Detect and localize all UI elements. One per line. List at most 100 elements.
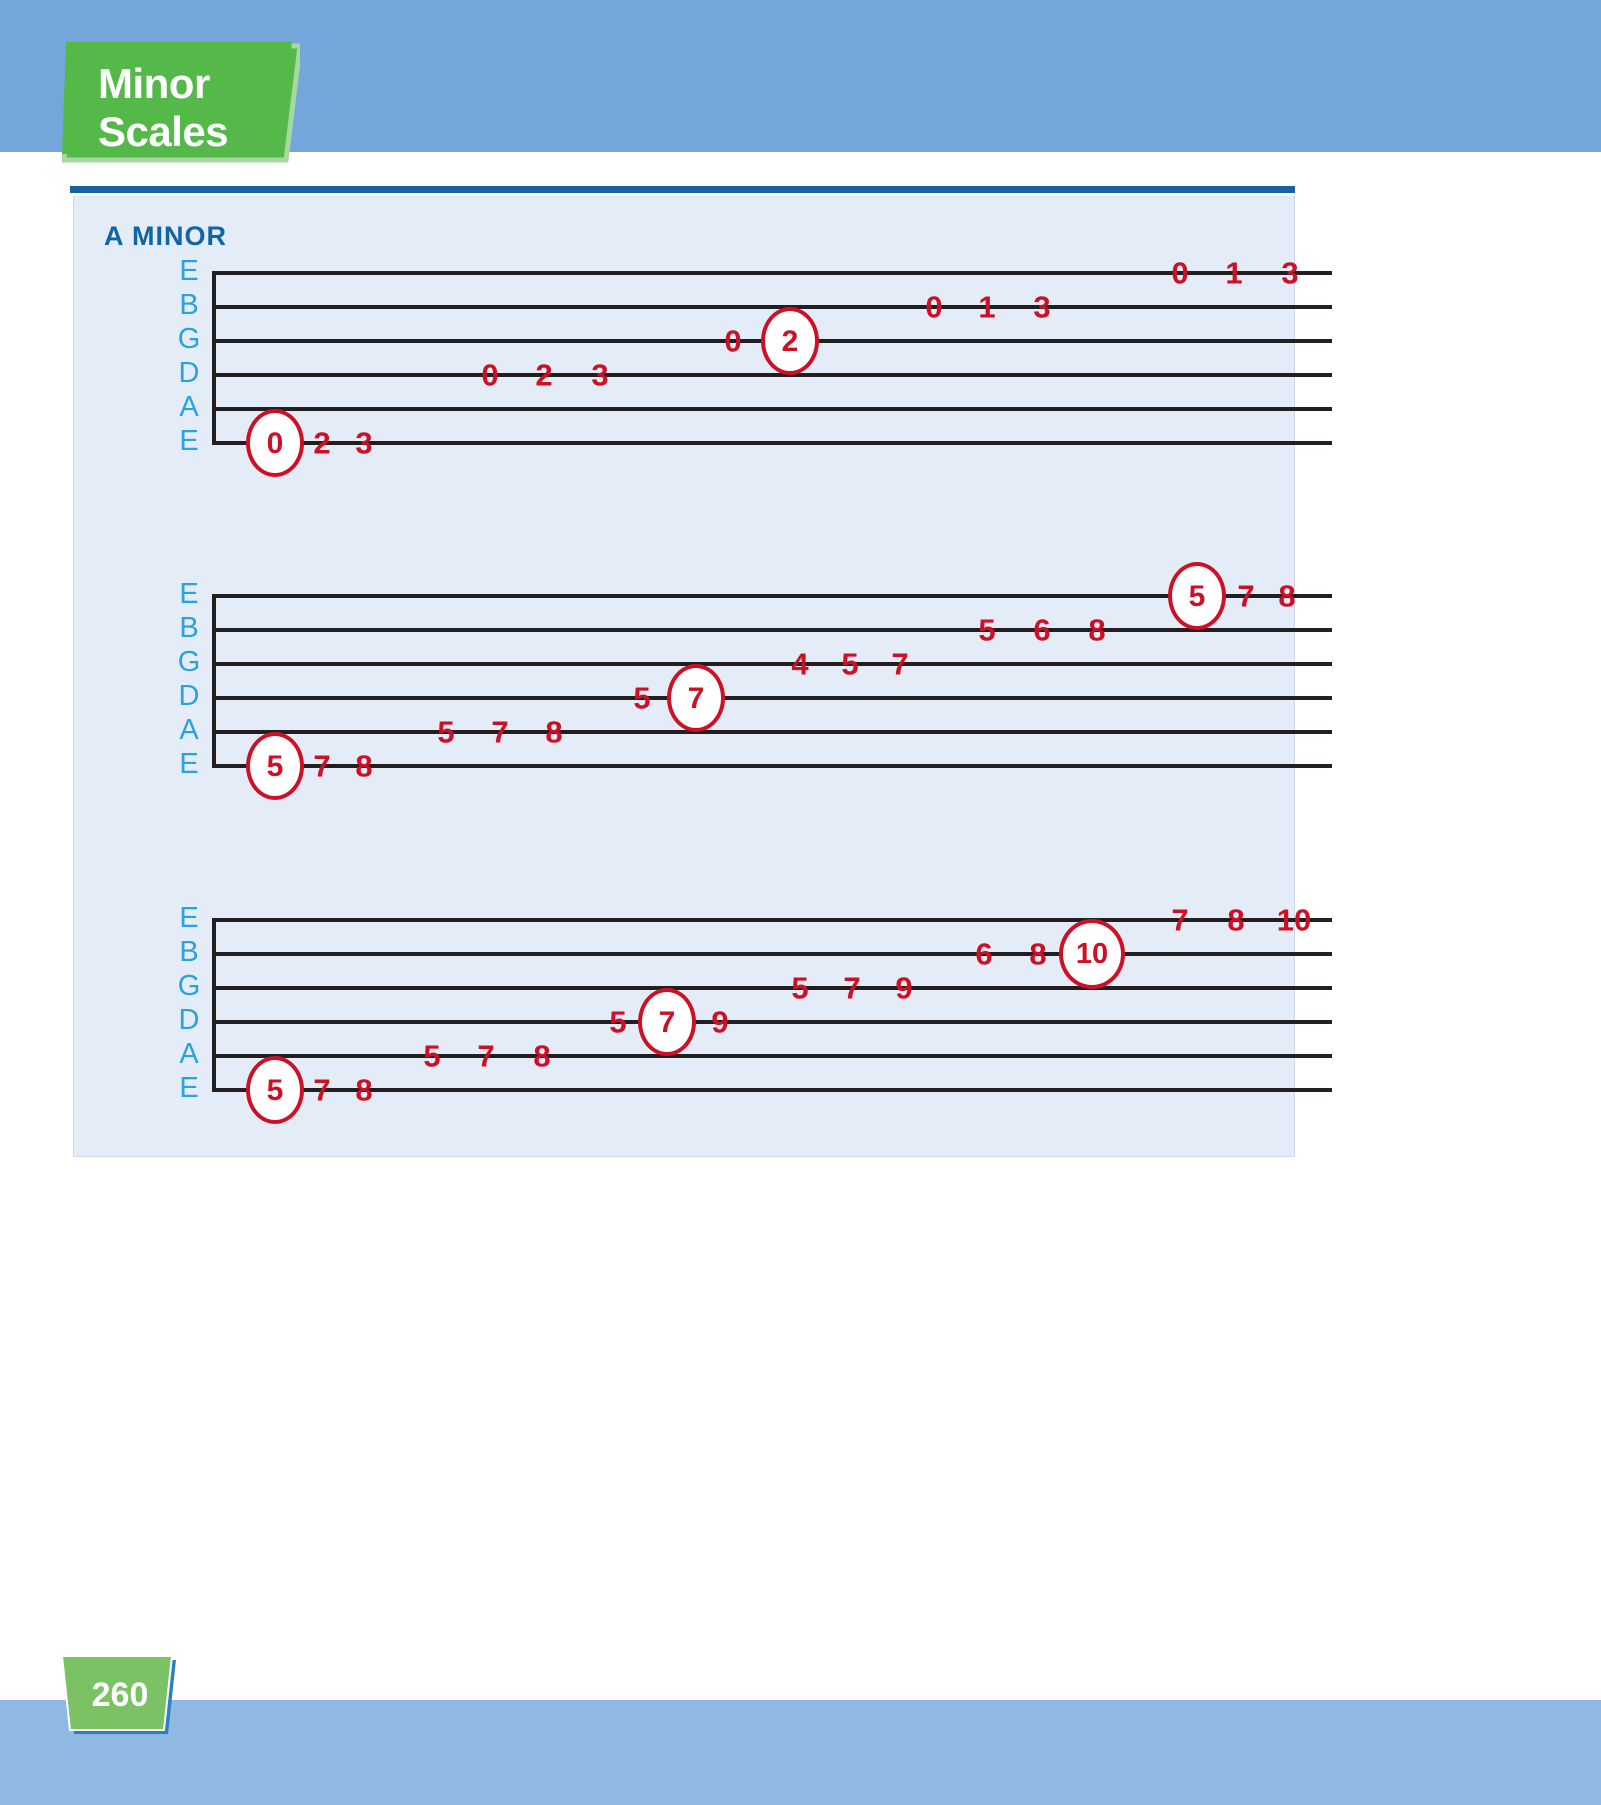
tab-note: 2 xyxy=(761,307,819,375)
string-label-e-0: E xyxy=(179,578,199,610)
tab-note: 1 xyxy=(978,289,996,325)
tab-note: 7 xyxy=(1237,578,1255,614)
tab-note: 7 xyxy=(638,988,696,1056)
tab-note: 2 xyxy=(535,357,553,393)
tab-note: 5 xyxy=(1168,562,1226,630)
tab-note: 5 xyxy=(978,612,996,648)
footer-blue-band xyxy=(0,1700,1601,1805)
string-label-b-1: B xyxy=(179,936,199,968)
string-line xyxy=(212,407,1332,411)
string-label-g-2: G xyxy=(177,970,201,1002)
tab-note: 3 xyxy=(1281,255,1299,291)
tab-note: 0 xyxy=(925,289,943,325)
tab-note: 10 xyxy=(1276,902,1312,938)
tab-staff: EBGDAE57857857457568578 xyxy=(74,562,1332,800)
string-line xyxy=(212,918,1332,922)
string-line xyxy=(212,441,1332,445)
string-line xyxy=(212,594,1332,598)
string-label-b-1: B xyxy=(179,612,199,644)
tab-note: 1 xyxy=(1225,255,1243,291)
tab-note: 5 xyxy=(841,646,859,682)
tab-note: 5 xyxy=(246,1056,304,1124)
a-minor-panel: A MINOR EBGDAE02302302013013EBGDAE578578… xyxy=(73,196,1332,1157)
string-label-g-2: G xyxy=(177,646,201,678)
string-label-a-4: A xyxy=(179,391,199,423)
string-line xyxy=(212,696,1332,700)
tab-note: 0 xyxy=(1171,255,1189,291)
tab-note: 8 xyxy=(355,748,373,784)
tab-note: 8 xyxy=(545,714,563,750)
tab-note: 3 xyxy=(1033,289,1051,325)
tab-note: 0 xyxy=(246,409,304,477)
string-line xyxy=(212,305,1332,309)
tab-staff: E B G D A E 5 7 8 5 7 8 5 7 9 5 7 9 6 8 10 7 8 10 xyxy=(74,904,1332,1124)
tab-note: 7 xyxy=(891,646,909,682)
panel-top-rule xyxy=(70,186,1295,193)
tab-note: 7 xyxy=(313,748,331,784)
tab-note: 0 xyxy=(481,357,499,393)
string-label-d-3: D xyxy=(178,1004,200,1036)
tab-note: 5 xyxy=(609,1004,627,1040)
tab-note: 8 xyxy=(1029,936,1047,972)
tab-note: 5 xyxy=(437,714,455,750)
string-label-e-0: E xyxy=(179,255,199,287)
header-title: Minor Scales xyxy=(98,60,229,155)
string-line xyxy=(212,373,1332,377)
tab-note: 5 xyxy=(246,732,304,800)
string-line xyxy=(212,1054,1332,1058)
string-line xyxy=(212,628,1332,632)
string-label-g-2: G xyxy=(177,323,201,355)
page-number-tab: 260 xyxy=(60,1656,180,1736)
string-line xyxy=(212,730,1332,734)
tab-note: 5 xyxy=(423,1038,441,1074)
staff-lines: 02302302013013 xyxy=(212,258,1332,477)
string-line xyxy=(212,271,1332,275)
tab-note: 7 xyxy=(843,970,861,1006)
string-label-a-4: A xyxy=(179,714,199,746)
tab-note: 2 xyxy=(313,425,331,461)
string-line xyxy=(212,986,1332,990)
page-title: A MINOR xyxy=(104,221,227,251)
string-label-e-0: E xyxy=(179,902,199,934)
string-line xyxy=(212,1088,1332,1092)
tab-note: 8 xyxy=(533,1038,551,1074)
string-label-d-3: D xyxy=(178,680,200,712)
tab-note: 8 xyxy=(355,1072,373,1108)
tab-note: 0 xyxy=(724,323,742,359)
string-line xyxy=(212,764,1332,768)
string-line xyxy=(212,1020,1332,1024)
string-label-e-5: E xyxy=(179,1072,199,1104)
tab-note: 5 xyxy=(633,680,651,716)
string-line xyxy=(212,662,1332,666)
string-label-b-1: B xyxy=(179,289,199,321)
tab-note: 8 xyxy=(1088,612,1106,648)
tab-note: 8 xyxy=(1227,902,1245,938)
tab-note: 6 xyxy=(975,936,993,972)
staff-lines: 57857857457568578 xyxy=(212,562,1332,800)
staff-lines: 5 7 8 5 7 8 5 7 9 5 7 9 6 8 10 7 8 10 xyxy=(212,905,1332,1124)
string-label-d-3: D xyxy=(178,357,200,389)
tab-staff: EBGDAE02302302013013 xyxy=(74,257,1332,477)
page-number: 260 xyxy=(91,1676,149,1714)
string-label-e-5: E xyxy=(179,748,199,780)
staff-barline xyxy=(212,271,216,445)
tab-note: 7 xyxy=(313,1072,331,1108)
tab-note: 7 xyxy=(477,1038,495,1074)
staff-barline xyxy=(212,594,216,768)
string-line xyxy=(212,952,1332,956)
tab-note: 3 xyxy=(591,357,609,393)
tab-note: 9 xyxy=(895,970,913,1006)
staff-barline xyxy=(212,918,216,1092)
tab-note: 8 xyxy=(1278,578,1296,614)
tab-note: 7 xyxy=(491,714,509,750)
string-label-a-4: A xyxy=(179,1038,199,1070)
tab-note: 10 xyxy=(1059,919,1125,989)
tab-note: 5 xyxy=(791,970,809,1006)
tab-note: 9 xyxy=(711,1004,729,1040)
header-section-tab: Minor Scales xyxy=(62,42,300,164)
string-label-e-5: E xyxy=(179,425,199,457)
tab-note: 7 xyxy=(667,664,725,732)
tab-note: 4 xyxy=(791,646,809,682)
tab-note: 7 xyxy=(1171,902,1189,938)
tab-note: 3 xyxy=(355,425,373,461)
